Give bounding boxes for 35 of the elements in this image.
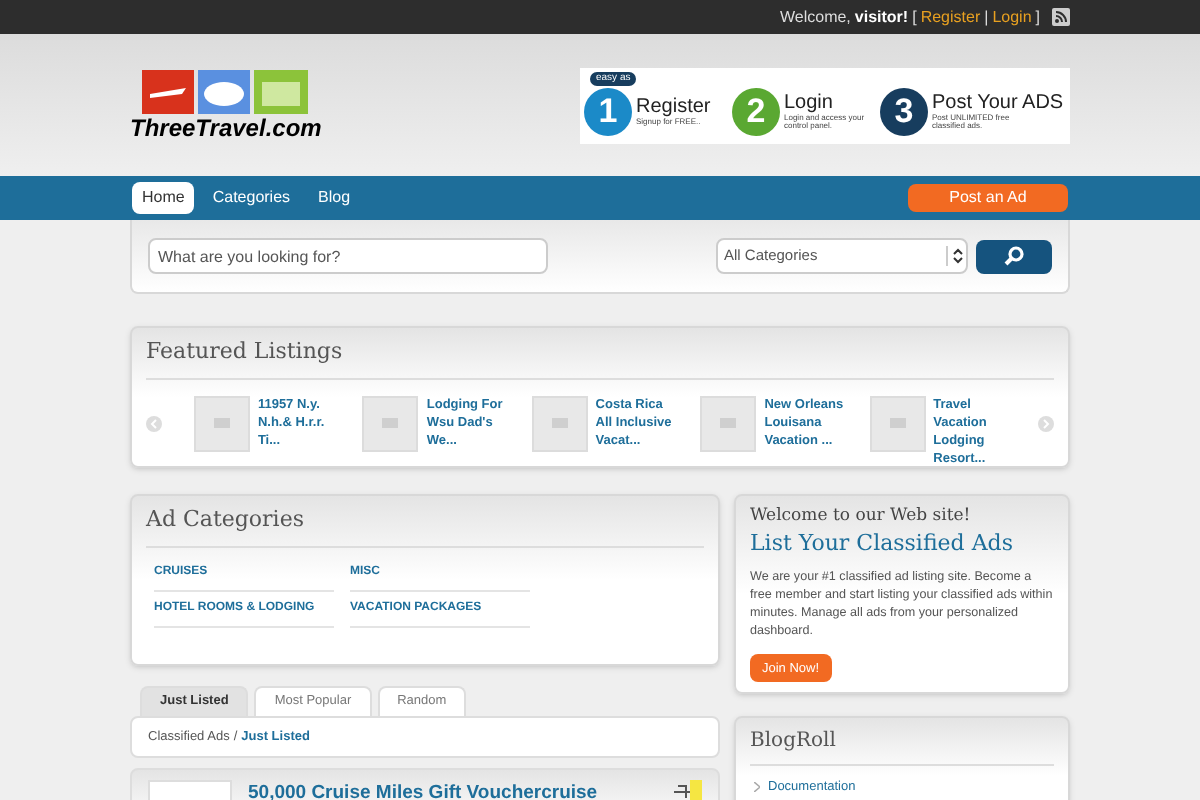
bracket: [ bbox=[912, 5, 917, 29]
logo-text[interactable]: ThreeTravel.com bbox=[130, 116, 322, 140]
rss-icon[interactable] bbox=[1052, 8, 1070, 26]
step-title: Post Your ADS bbox=[932, 93, 1064, 113]
image-placeholder-icon bbox=[720, 418, 737, 428]
nav-link[interactable]: Blog bbox=[308, 182, 361, 214]
image-placeholder-icon bbox=[551, 418, 568, 428]
separator: | bbox=[984, 5, 989, 29]
select-arrows-icon bbox=[946, 246, 966, 266]
welcome-text: Welcome, bbox=[779, 5, 851, 29]
step-title: Login bbox=[784, 93, 835, 113]
image-placeholder-icon bbox=[382, 418, 399, 428]
nav-link[interactable]: Home bbox=[132, 182, 195, 214]
section-title: Ad Categories bbox=[146, 496, 704, 547]
chevron-icon bbox=[754, 782, 760, 793]
image-placeholder-icon bbox=[213, 418, 230, 428]
step-title: Register bbox=[636, 97, 713, 117]
bracket: ] bbox=[1035, 5, 1040, 29]
post-ad-button[interactable]: Post an Ad bbox=[908, 184, 1068, 212]
username: visitor! bbox=[854, 5, 909, 29]
nav-link[interactable]: Categories bbox=[202, 182, 301, 214]
step-number: 1 bbox=[584, 87, 632, 135]
step-number: 3 bbox=[880, 87, 928, 135]
login-link[interactable]: Login bbox=[992, 5, 1032, 29]
section-title: BlogRoll bbox=[750, 718, 1054, 766]
welcome-heading: Welcome to our Web site! bbox=[750, 504, 973, 530]
search-field[interactable]: What are you looking for? bbox=[148, 238, 548, 274]
register-link[interactable]: Register bbox=[920, 5, 981, 29]
section-title: Featured Listings bbox=[146, 328, 1054, 379]
logo-icon bbox=[142, 70, 309, 114]
step-number: 2 bbox=[732, 87, 780, 135]
search-icon bbox=[1004, 246, 1024, 266]
welcome-title: List Your Classified Ads bbox=[750, 529, 1015, 557]
search-button[interactable] bbox=[976, 239, 1052, 273]
image-placeholder-icon bbox=[889, 418, 906, 428]
